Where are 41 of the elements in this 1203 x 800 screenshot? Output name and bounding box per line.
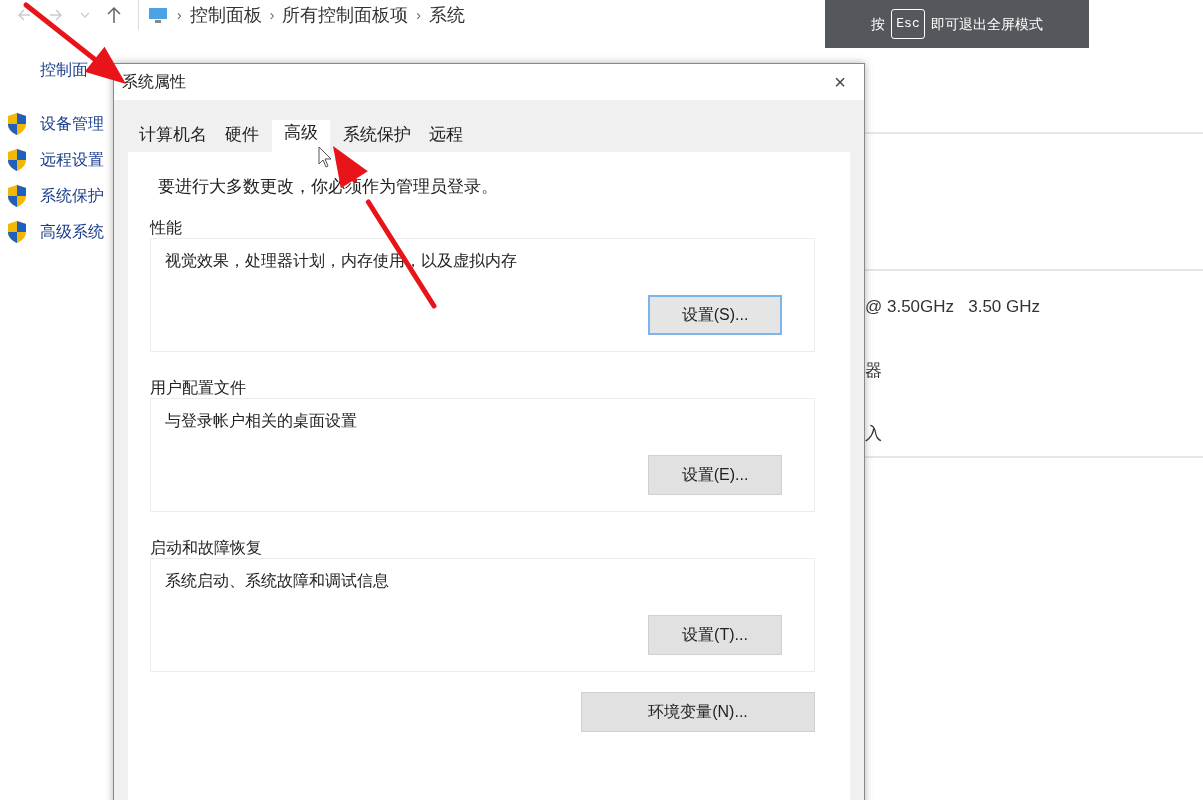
sidebar-link[interactable]: 远程设置 <box>40 148 104 172</box>
group-title: 启动和故障恢复 <box>150 537 263 558</box>
sidebar-link[interactable]: 高级系统 <box>40 220 104 244</box>
sidebar-title[interactable]: 控制面 <box>40 58 88 82</box>
shield-icon <box>6 184 28 208</box>
forward-arrow-icon[interactable] <box>48 7 64 23</box>
esc-key: Esc <box>891 9 925 39</box>
breadcrumb-separator: › <box>269 5 275 25</box>
tab[interactable]: 系统保护 <box>334 122 420 152</box>
breadcrumb-item[interactable]: 控制面板 <box>189 1 262 29</box>
group-description: 与登录帐户相关的桌面设置 <box>165 410 358 431</box>
system-detail-text: 器 <box>864 359 883 382</box>
dialog-title: 系统属性 <box>122 72 186 92</box>
tab[interactable]: 硬件 <box>216 122 268 152</box>
hint-text: 即可退出全屏模式 <box>930 14 1043 34</box>
settings-button[interactable]: 设置(T)... <box>648 614 782 655</box>
tab[interactable]: 远程 <box>420 122 472 152</box>
group-description: 系统启动、系统故障和调试信息 <box>165 570 390 591</box>
breadcrumb-separator: › <box>177 5 182 25</box>
breadcrumb-item[interactable]: 所有控制面板项 <box>282 1 409 29</box>
settings-button[interactable]: 设置(S)... <box>648 294 782 335</box>
group-title: 性能 <box>150 217 183 238</box>
tab[interactable]: 计算机名 <box>130 122 216 152</box>
back-arrow-icon[interactable] <box>16 7 32 23</box>
sidebar-link[interactable]: 设备管理 <box>40 112 104 136</box>
breadcrumb-separator: › <box>416 5 421 25</box>
breadcrumb-item[interactable]: 系统 <box>429 1 465 29</box>
shield-icon <box>6 220 28 244</box>
close-button[interactable]: × <box>834 67 846 97</box>
tab[interactable]: 高级 <box>272 120 330 154</box>
shield-icon <box>6 148 28 172</box>
system-detail-text: @ 3.50GHz 3.50 GHz <box>864 296 1041 318</box>
hint-text: 按 <box>871 14 886 34</box>
shield-icon <box>6 112 28 136</box>
group-title: 用户配置文件 <box>150 377 247 398</box>
environment-variables-button[interactable]: 环境变量(N)... <box>581 691 815 732</box>
up-arrow-icon[interactable] <box>106 6 122 24</box>
system-detail-text: 入 <box>864 423 883 445</box>
sidebar-link[interactable]: 系统保护 <box>40 184 104 208</box>
monitor-icon <box>147 6 169 24</box>
settings-button[interactable]: 设置(E)... <box>648 454 782 495</box>
